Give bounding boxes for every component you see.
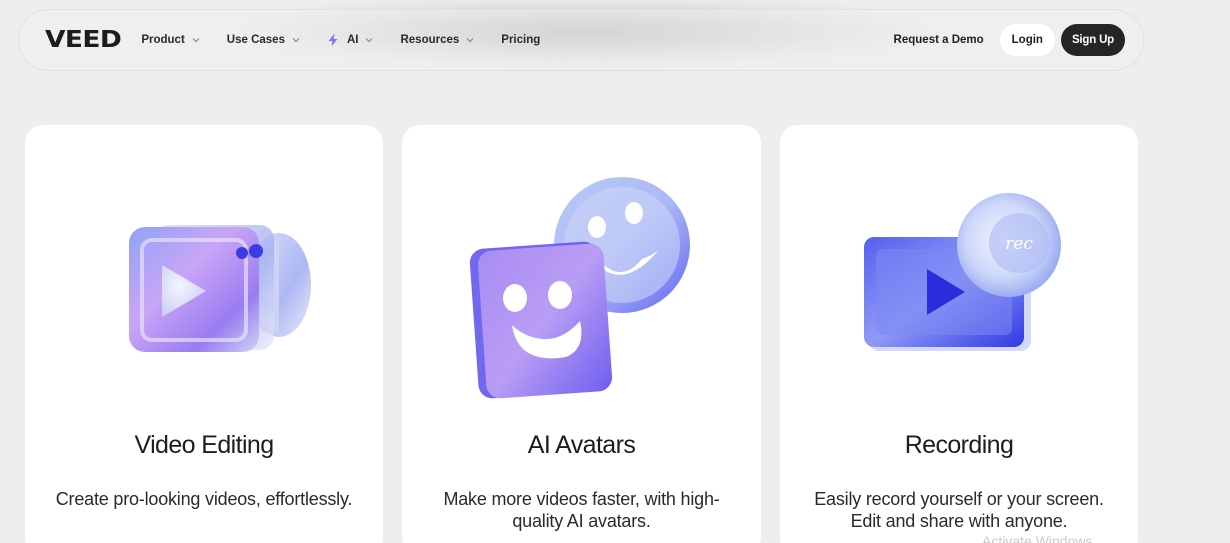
top-navbar: VEED Product Use Cases AI Resources Pric…: [18, 9, 1144, 71]
nav-item-label: Pricing: [501, 34, 541, 46]
card-description: Make more videos faster, with high-quali…: [443, 489, 720, 531]
nav-menu: Product Use Cases AI Resources Pricing: [141, 33, 540, 47]
card-title: Video Editing: [134, 431, 274, 459]
chevron-down-icon: [291, 35, 301, 45]
chevron-down-icon: [364, 35, 374, 45]
smiley-faces-icon: [402, 165, 761, 415]
signup-button[interactable]: Sign Up: [1060, 24, 1125, 56]
nav-item-product[interactable]: Product: [141, 34, 200, 46]
nav-item-label: Resources: [400, 34, 460, 46]
nav-item-label: AI: [346, 34, 359, 46]
nav-actions: Request a Demo Login Sign Up: [894, 24, 1125, 56]
nav-item-label: Use Cases: [226, 34, 285, 46]
login-button[interactable]: Login: [999, 24, 1055, 56]
lightning-icon: [327, 33, 339, 47]
card-title: Recording: [904, 431, 1014, 459]
rec-badge-text: rec: [1005, 234, 1033, 254]
activate-windows-watermark: Activate Windows: [982, 533, 1093, 543]
nav-item-resources[interactable]: Resources: [400, 34, 475, 46]
nav-item-use-cases[interactable]: Use Cases: [227, 34, 301, 46]
card-title: AI Avatars: [527, 431, 636, 459]
card-video-editing[interactable]: Video Editing Create pro-looking videos,…: [25, 125, 383, 543]
request-demo-link[interactable]: Request a Demo: [894, 34, 984, 46]
nav-item-pricing[interactable]: Pricing: [501, 34, 540, 46]
veed-logo[interactable]: VEED: [45, 27, 122, 53]
chevron-down-icon: [191, 35, 201, 45]
card-ai-avatars[interactable]: AI Avatars Make more videos faster, with…: [402, 125, 761, 543]
card-recording[interactable]: rec Recording Easily record yourself or …: [780, 125, 1138, 543]
nav-item-ai[interactable]: AI: [327, 33, 375, 47]
video-camera-icon: [25, 165, 383, 415]
card-description: Easily record yourself or your screen. E…: [814, 489, 1104, 531]
record-screen-icon: rec: [780, 165, 1138, 415]
nav-item-label: Product: [141, 34, 185, 46]
chevron-down-icon: [465, 35, 475, 45]
card-description: Create pro-looking videos, effortlessly.: [55, 489, 353, 509]
